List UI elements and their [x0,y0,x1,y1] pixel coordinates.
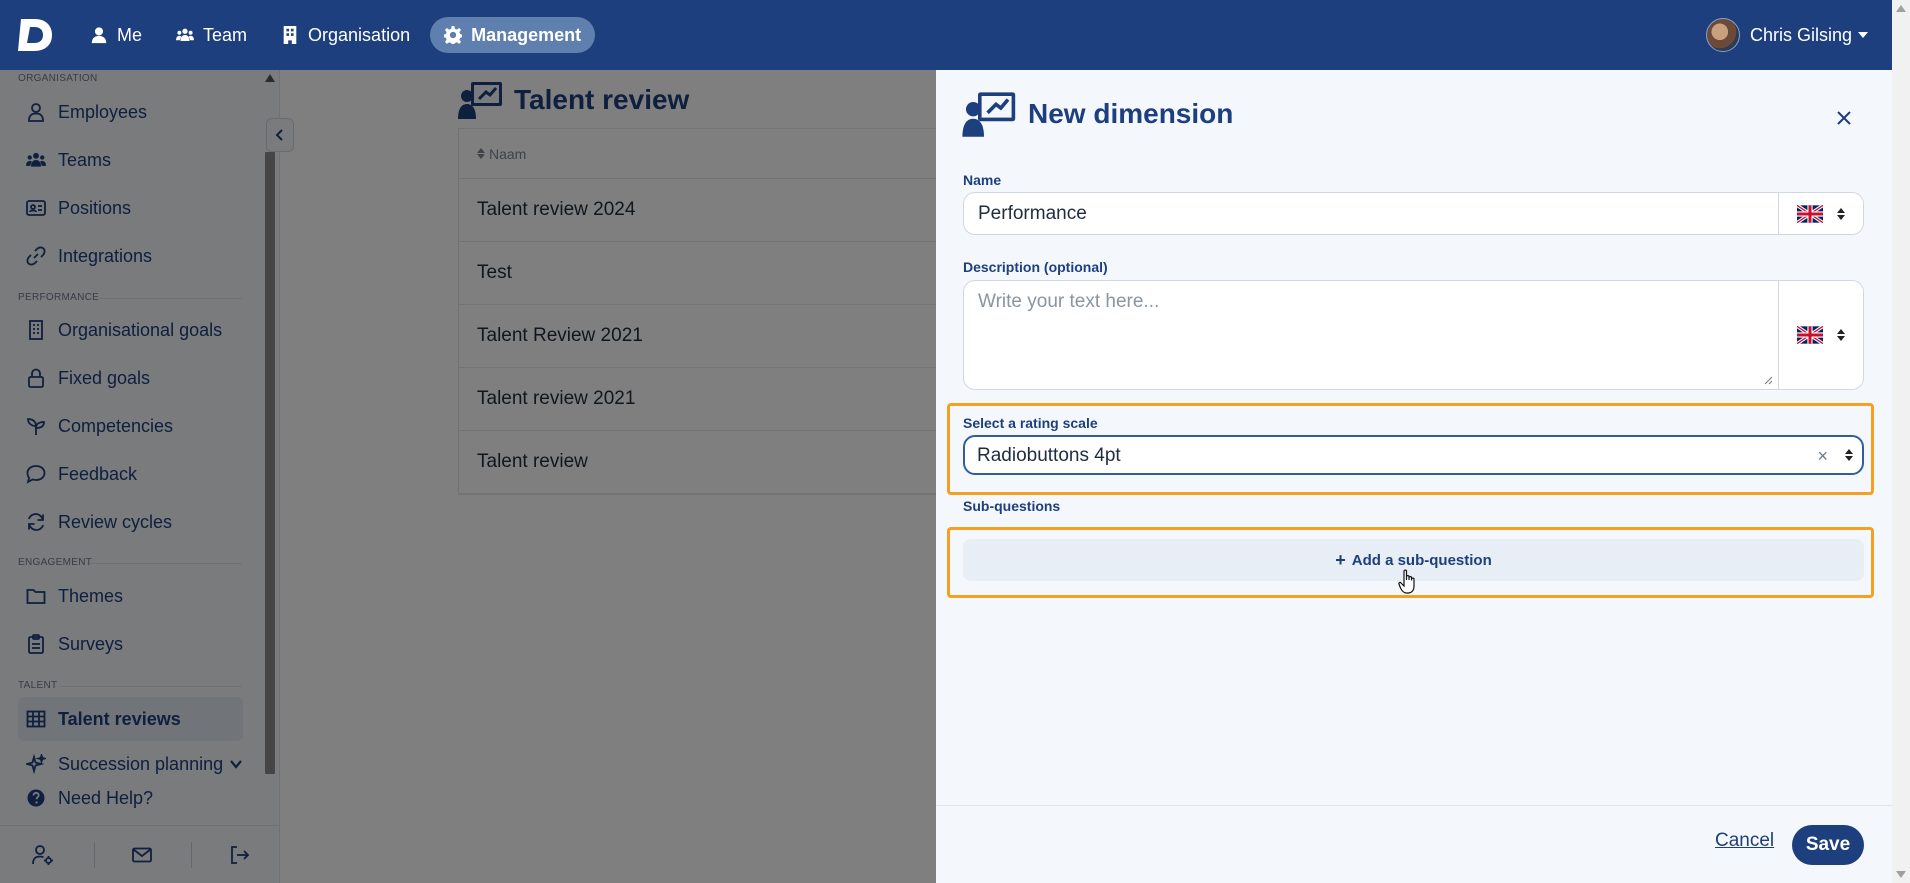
caret-down-icon [1858,32,1868,38]
cancel-button[interactable]: Cancel [1715,830,1774,852]
user-icon [91,27,107,44]
building-icon [283,26,297,44]
save-button[interactable]: Save [1792,825,1864,865]
updown-icon [1837,329,1845,341]
nav-organisation[interactable]: Organisation [267,17,424,53]
main-nav: Me Team Organisation Management [76,17,596,53]
nav-me[interactable]: Me [76,17,156,53]
nav-management-label: Management [471,24,582,45]
language-select[interactable] [1778,281,1863,389]
hand-pointer-cursor-icon [1398,569,1415,594]
users-icon [176,28,195,41]
nav-organisation-label: Organisation [308,24,411,45]
panel-footer: Cancel Save [936,805,1892,883]
avatar [1705,18,1740,52]
close-button[interactable] [1832,106,1856,130]
nav-team[interactable]: Team [162,17,261,53]
new-dimension-panel: New dimension Name Performance Descripti… [936,70,1892,883]
uk-flag-icon [1797,204,1823,223]
updown-icon [1845,449,1853,461]
top-navbar: Me Team Organisation Management Chris Gi… [0,0,1910,70]
rating-scale-select[interactable]: Radiobuttons 4pt × [963,435,1864,475]
description-placeholder: Write your text here... [978,291,1160,312]
app-logo[interactable] [15,15,55,55]
nav-team-label: Team [203,24,248,45]
subquestions-label: Sub-questions [963,498,1061,514]
modal-backdrop[interactable] [0,70,936,883]
description-label: Description (optional) [963,259,1108,275]
description-field[interactable]: Write your text here... [963,280,1864,390]
clear-icon[interactable]: × [1817,446,1828,467]
updown-icon [1837,207,1845,220]
plus-icon: + [1335,549,1346,570]
window-scrollbar[interactable] [1892,0,1910,883]
close-icon [1837,111,1851,125]
scroll-up-arrow-icon[interactable] [1896,5,1906,12]
uk-flag-icon [1797,326,1823,344]
resize-handle-icon[interactable] [1763,375,1773,385]
name-label: Name [963,172,1002,188]
rating-scale-value: Radiobuttons 4pt [977,445,1121,466]
language-select[interactable] [1778,193,1863,234]
user-name: Chris Gilsing [1749,24,1852,45]
add-subquestion-label: Add a sub-question [1351,551,1492,569]
scroll-down-arrow-icon[interactable] [1896,871,1906,878]
gear-icon [444,26,463,44]
panel-title: New dimension [962,90,1233,138]
user-menu[interactable]: Chris Gilsing [1705,15,1868,55]
nav-me-label: Me [117,24,143,45]
presentation-icon [962,92,1016,137]
nav-management[interactable]: Management [430,17,596,53]
name-value: Performance [978,203,1087,224]
rating-scale-label: Select a rating scale [963,415,1098,431]
name-field[interactable]: Performance [963,192,1864,235]
panel-title-text: New dimension [1028,98,1234,129]
